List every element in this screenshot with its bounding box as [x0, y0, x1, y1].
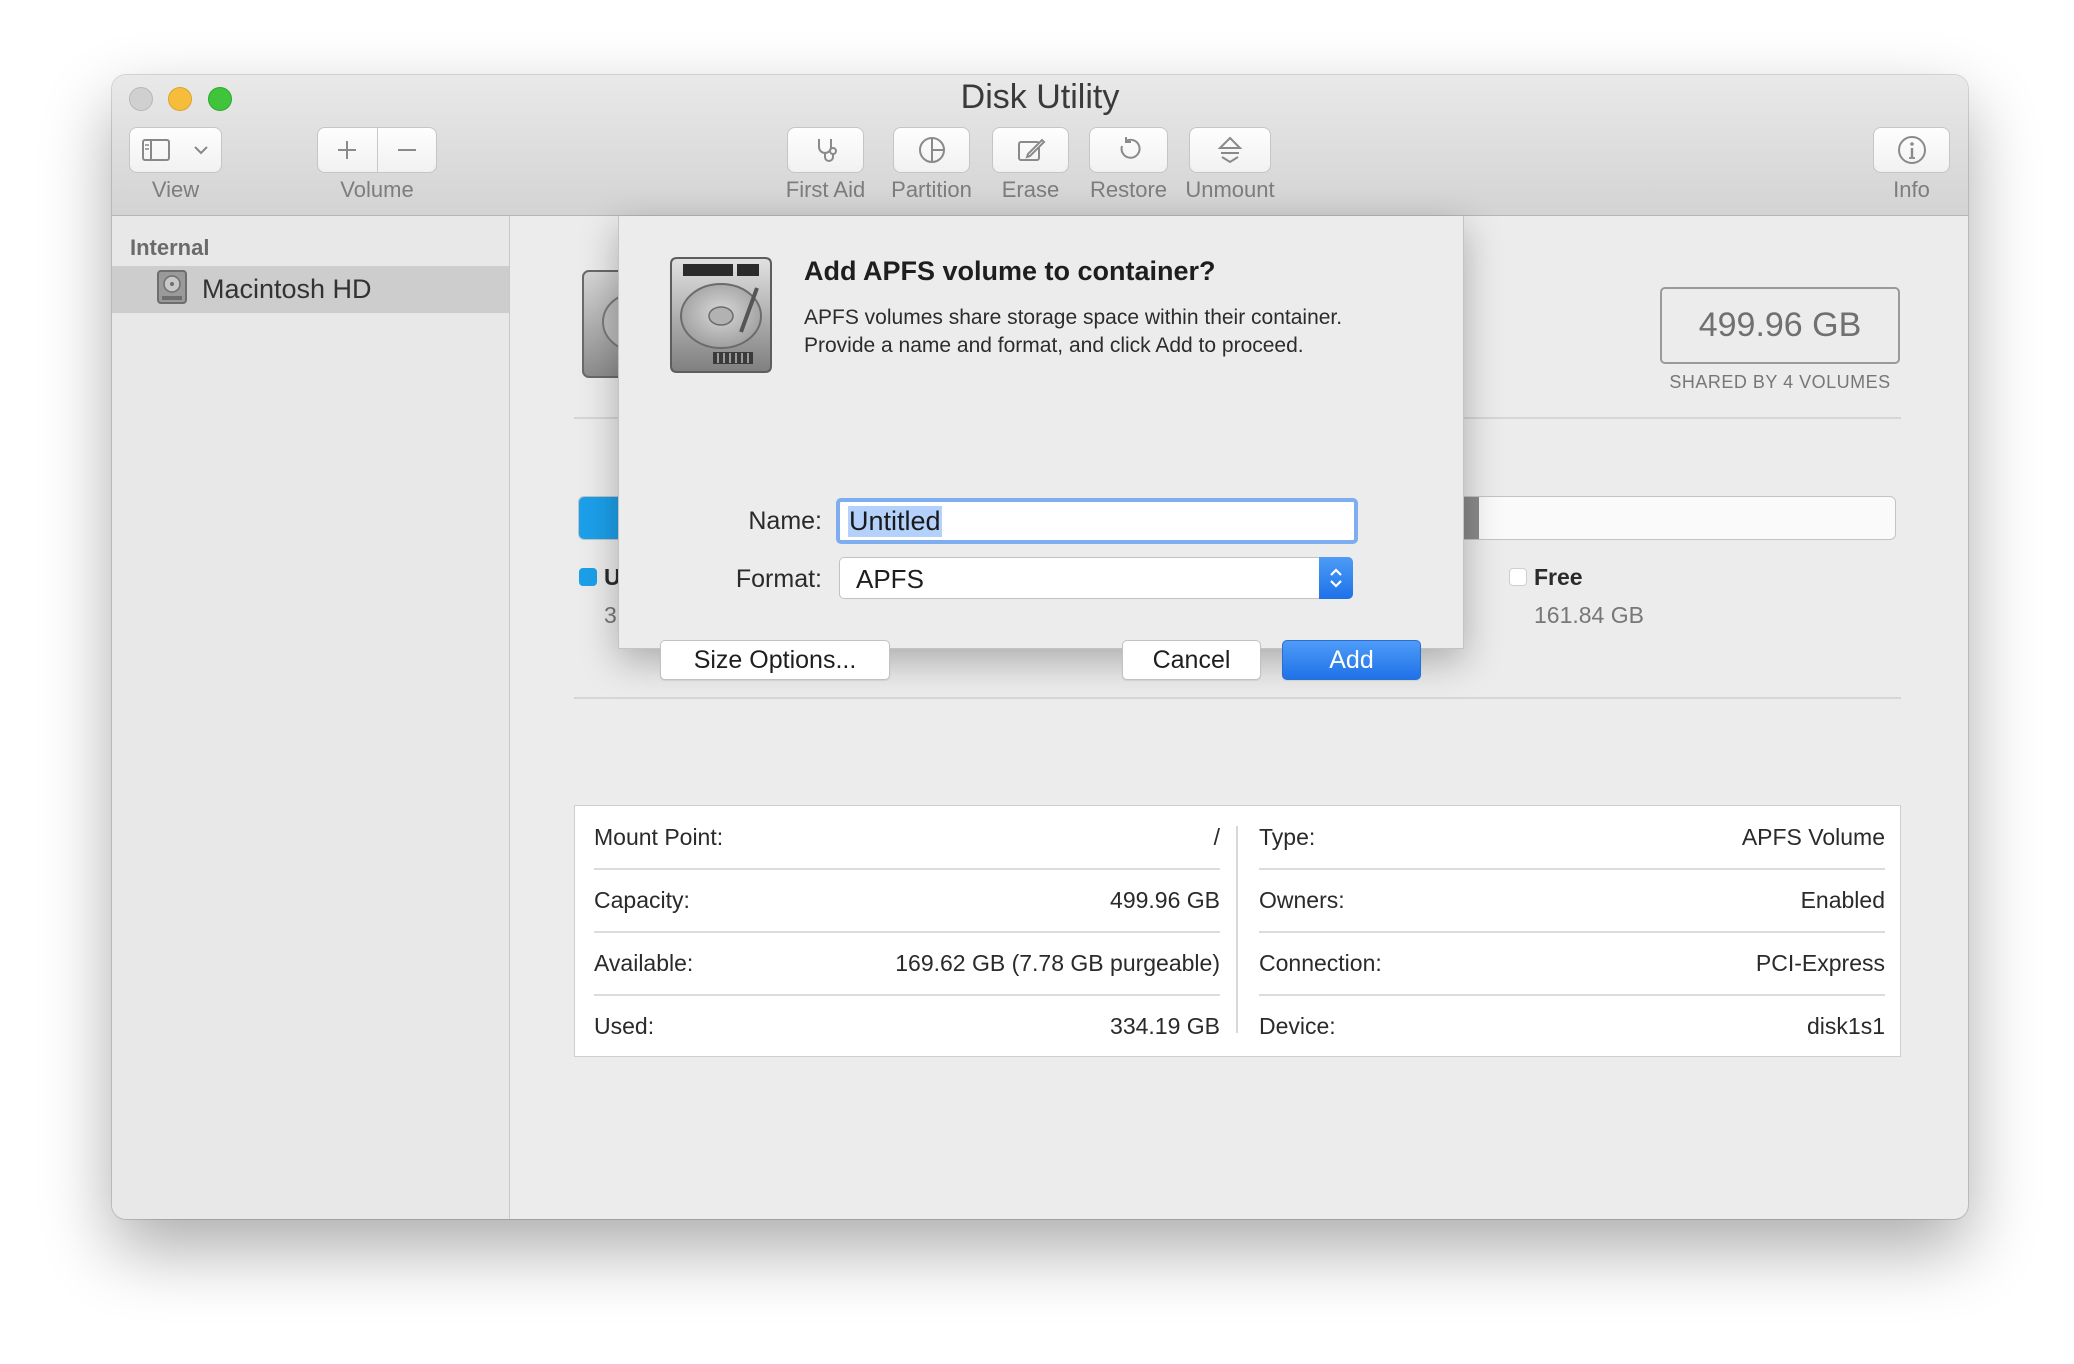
- dialog-message-line-1: APFS volumes share storage space within …: [804, 306, 1343, 329]
- volume-segmented-control: [317, 127, 437, 173]
- info-key: Type:: [1259, 823, 1316, 850]
- volume-name-input[interactable]: Untitled: [836, 498, 1358, 544]
- shared-caption: SHARED BY 4 VOLUMES: [1669, 372, 1891, 392]
- window-title: Disk Utility: [960, 78, 1120, 116]
- info-key: Used:: [594, 1012, 655, 1039]
- hard-drive-icon: [156, 269, 188, 310]
- info-value: PCI-Express: [1755, 949, 1885, 976]
- titlebar-toolbar: Disk Utility View Volume First Aid Parti…: [112, 75, 1968, 216]
- legend-free-swatch: [1509, 568, 1527, 586]
- restore-button[interactable]: [1089, 127, 1168, 173]
- add-volume-sheet: Add APFS volume to container? APFS volum…: [618, 216, 1464, 680]
- erase-pencil-icon: [1016, 136, 1046, 164]
- info-label: Info: [1893, 177, 1930, 202]
- view-button[interactable]: [129, 127, 222, 173]
- volume-info-table: Mount Point: / Capacity: 499.96 GB Avail…: [574, 805, 1901, 1057]
- minus-icon: [396, 139, 418, 161]
- view-label: View: [151, 177, 200, 202]
- remove-volume-button[interactable]: [378, 128, 437, 172]
- dialog-message-line-2: Provide a name and format, and click Add…: [804, 334, 1304, 357]
- info-value: Enabled: [1800, 886, 1885, 913]
- first-aid-label: First Aid: [785, 177, 866, 202]
- info-key: Connection:: [1259, 949, 1382, 976]
- info-key: Owners:: [1259, 886, 1345, 913]
- legend-free-label: Free: [1534, 564, 1583, 590]
- divider-middle: [574, 697, 1901, 699]
- info-icon: [1896, 134, 1928, 166]
- info-button[interactable]: [1873, 127, 1950, 173]
- eject-icon: [1217, 135, 1243, 165]
- popup-stepper-icon: [1319, 557, 1353, 599]
- stethoscope-icon: [811, 136, 841, 164]
- add-button[interactable]: Add: [1282, 640, 1421, 680]
- info-key: Available:: [594, 949, 694, 976]
- cancel-button[interactable]: Cancel: [1122, 640, 1261, 680]
- info-row-capacity: Capacity: 499.96 GB: [594, 869, 1220, 931]
- chevron-down-icon: [193, 145, 209, 155]
- sidebar-item-macintosh-hd[interactable]: Macintosh HD: [112, 266, 509, 313]
- info-row-connection: Connection: PCI-Express: [1259, 932, 1885, 994]
- restore-arrow-icon: [1114, 135, 1144, 165]
- unmount-label: Unmount: [1185, 177, 1275, 202]
- container-capacity-box: 499.96 GB: [1660, 287, 1900, 364]
- partition-button[interactable]: [893, 127, 970, 173]
- info-row-mount-point: Mount Point: /: [594, 806, 1220, 868]
- first-aid-button[interactable]: [787, 127, 864, 173]
- format-select-value: APFS: [856, 564, 924, 594]
- volume-label: Volume: [340, 177, 414, 202]
- sidebar-toggle-icon: [141, 139, 170, 161]
- volume-name-value: Untitled: [848, 505, 942, 537]
- info-row-used: Used: 334.19 GB: [594, 995, 1220, 1057]
- name-label: Name:: [748, 507, 822, 535]
- add-volume-button[interactable]: [318, 128, 377, 172]
- format-label: Format:: [735, 565, 822, 593]
- dialog-message: APFS volumes share storage space within …: [804, 304, 1444, 360]
- info-row-device: Device: disk1s1: [1259, 995, 1885, 1057]
- size-options-button[interactable]: Size Options...: [660, 640, 890, 680]
- legend-free-value: 161.84 GB: [1534, 602, 1644, 628]
- partition-icon: [917, 135, 947, 165]
- info-row-owners: Owners: Enabled: [1259, 869, 1885, 931]
- sidebar-item-label: Macintosh HD: [202, 274, 372, 304]
- info-key: Capacity:: [594, 886, 690, 913]
- info-row-type: Type: APFS Volume: [1259, 806, 1885, 868]
- info-key: Mount Point:: [594, 823, 724, 850]
- info-row-available: Available: 169.62 GB (7.78 GB purgeable): [594, 932, 1220, 994]
- info-value: 169.62 GB (7.78 GB purgeable): [895, 949, 1220, 976]
- unmount-button[interactable]: [1189, 127, 1271, 173]
- legend-used-value: 3: [604, 602, 617, 628]
- format-select[interactable]: APFS: [839, 557, 1353, 599]
- sidebar: Internal Macintosh HD: [112, 216, 510, 1219]
- info-value: 334.19 GB: [1110, 1012, 1220, 1039]
- legend-used-swatch: [579, 568, 597, 586]
- info-value: /: [1213, 823, 1220, 850]
- info-value: 499.96 GB: [1110, 886, 1220, 913]
- info-key: Device:: [1259, 1012, 1336, 1039]
- sidebar-section-internal: Internal: [130, 235, 210, 260]
- plus-icon: [336, 139, 358, 161]
- dialog-title: Add APFS volume to container?: [804, 256, 1216, 286]
- disk-utility-window: Disk Utility View Volume First Aid Parti…: [112, 75, 1968, 1219]
- info-column-divider: [1236, 826, 1238, 1033]
- info-value: APFS Volume: [1741, 823, 1885, 850]
- info-value: disk1s1: [1807, 1012, 1885, 1039]
- hard-drive-icon: [663, 254, 779, 381]
- erase-button[interactable]: [992, 127, 1069, 173]
